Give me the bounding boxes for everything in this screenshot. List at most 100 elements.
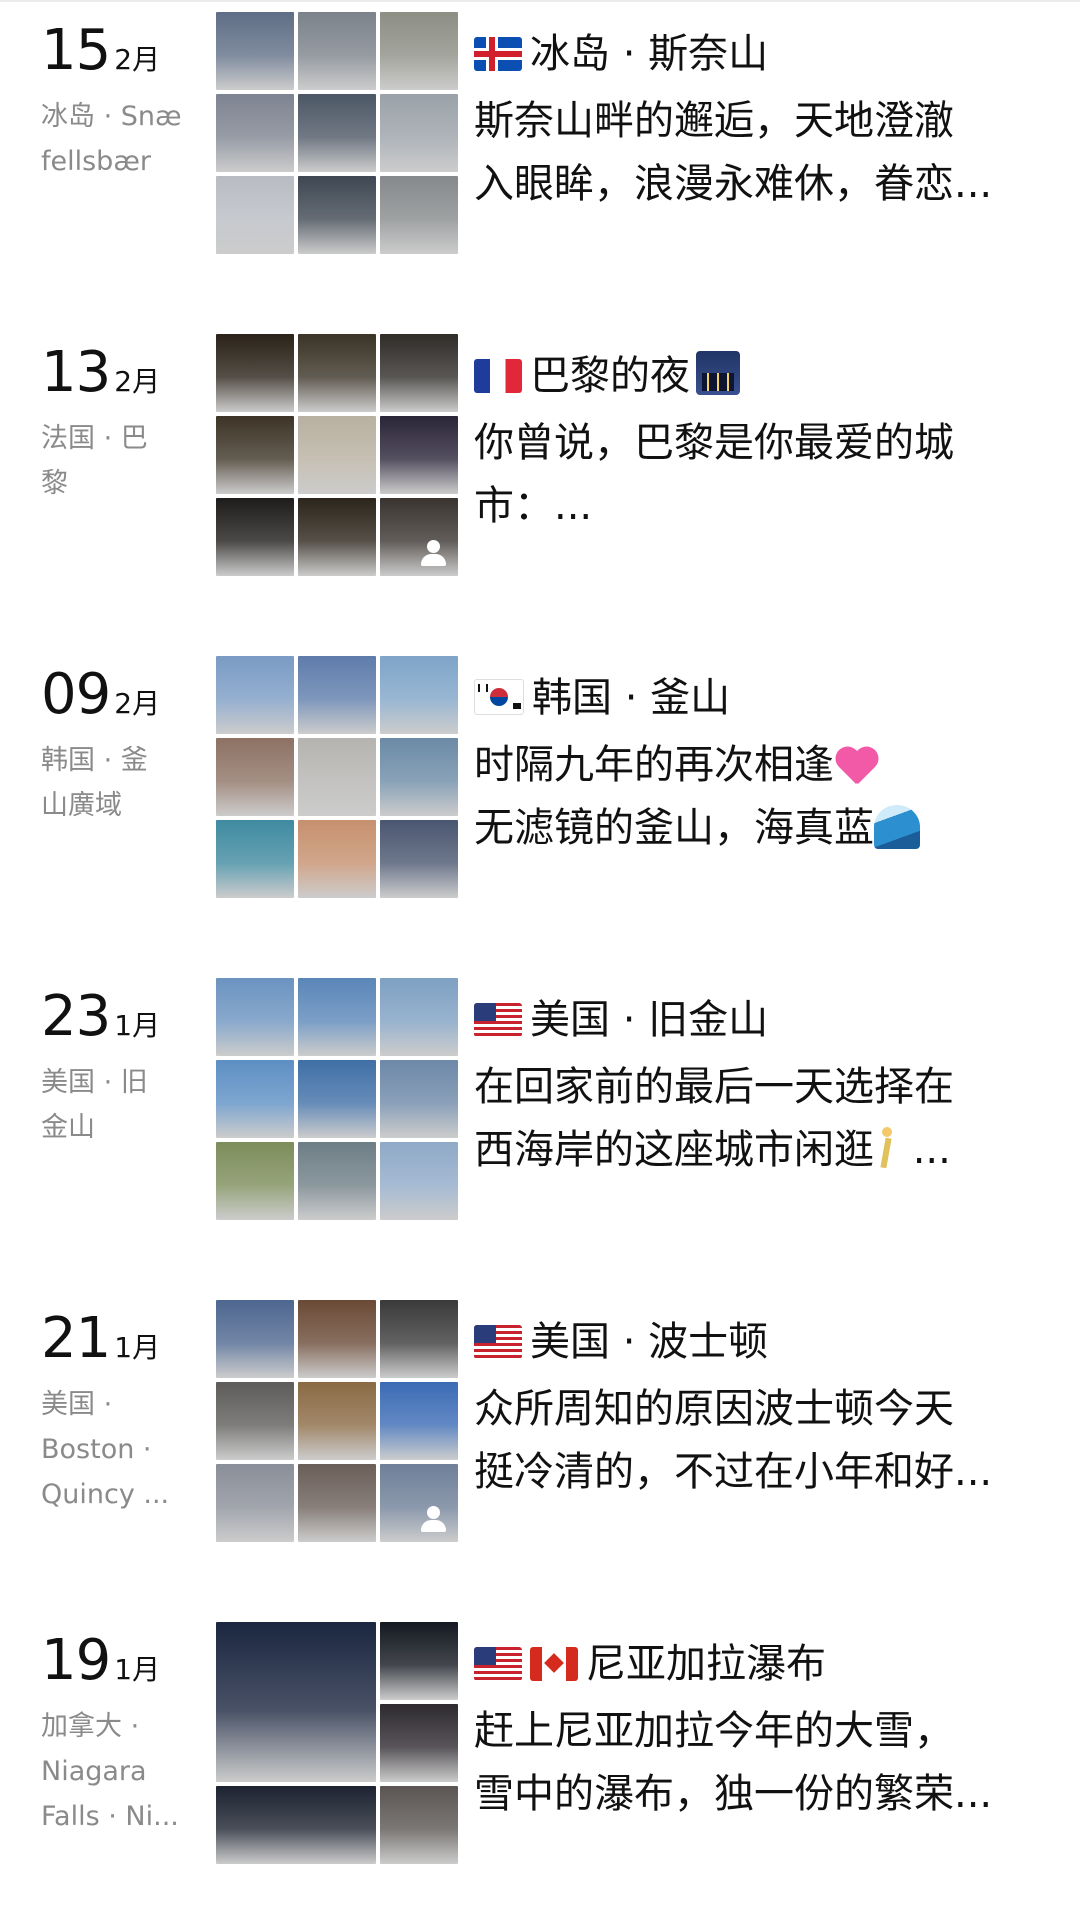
- post-description[interactable]: 赶上尼亚加拉今年的大雪， 雪中的瀑布，独一份的繁荣...: [474, 1700, 1034, 1826]
- photo-thumbnail[interactable]: [380, 12, 458, 90]
- photo-thumbnail[interactable]: [380, 1382, 458, 1460]
- photo-thumbnail[interactable]: [298, 820, 376, 898]
- photo-thumbnail[interactable]: [380, 656, 458, 734]
- post-description[interactable]: 你曾说，巴黎是你最爱的城 市：...: [474, 412, 1034, 538]
- photo-thumbnail[interactable]: [380, 1142, 458, 1220]
- post-item[interactable]: 23 1月 美国 · 旧金山 美国 · 旧金山 在回家前的最后一天选择在 西海岸的这座城市…: [0, 978, 1080, 1228]
- sparkling-heart-emoji-icon: [834, 742, 882, 786]
- photo-thumbnail[interactable]: [216, 978, 294, 1056]
- photo-thumbnail[interactable]: [380, 1622, 458, 1700]
- photo-thumbnail[interactable]: [216, 738, 294, 816]
- location-line: fellsbær: [41, 146, 151, 177]
- photo-thumbnail[interactable]: [298, 738, 376, 816]
- photo-thumbnail[interactable]: [380, 1704, 458, 1782]
- post-item[interactable]: 21 1月 美国 · Boston · Quincy ... 美国 · 波士顿 众所周知的原…: [0, 1300, 1080, 1550]
- photo-grid[interactable]: [216, 1300, 458, 1542]
- location-line: Quincy ...: [41, 1479, 170, 1510]
- photo-thumbnail[interactable]: [216, 820, 294, 898]
- photo-thumbnail[interactable]: [380, 334, 458, 412]
- photo-thumbnail[interactable]: [216, 498, 294, 576]
- photo-thumbnail[interactable]: [298, 498, 376, 576]
- post-item[interactable]: 15 2月 冰岛 · Snæ fellsbær 冰岛 · 斯奈山 斯奈山畔的邂逅，天地澄澈…: [0, 12, 1080, 262]
- post-month: 2月: [114, 687, 161, 720]
- description-ellipsis: ...: [900, 1127, 951, 1173]
- post-title-text: 尼亚加拉瀑布: [586, 1641, 826, 1687]
- description-line: 时隔九年的再次相逢: [474, 734, 1034, 797]
- photo-thumbnail[interactable]: [298, 978, 376, 1056]
- photo-thumbnail[interactable]: [216, 1464, 294, 1542]
- photo-thumbnail[interactable]: [216, 176, 294, 254]
- description-line: 在回家前的最后一天选择在: [474, 1056, 1034, 1119]
- location-line: 金山: [41, 1112, 95, 1143]
- photo-thumbnail[interactable]: [216, 12, 294, 90]
- ca-flag-icon: [530, 1647, 578, 1681]
- post-item[interactable]: 19 1月加拿大 · Niagara Falls · Ni... 尼亚加拉瀑布赶上尼亚加…: [0, 1622, 1080, 1872]
- photo-thumbnail[interactable]: [298, 1142, 376, 1220]
- photo-thumbnail[interactable]: [216, 1300, 294, 1378]
- photo-thumbnail[interactable]: [298, 1060, 376, 1138]
- location-line: 冰岛 · Snæ: [41, 101, 182, 132]
- photo-thumbnail[interactable]: [298, 334, 376, 412]
- description-line: 斯奈山畔的邂逅，天地澄澈: [474, 90, 1034, 153]
- photo-thumbnail[interactable]: [380, 1464, 458, 1542]
- photo-thumbnail[interactable]: [216, 416, 294, 494]
- post-description[interactable]: 时隔九年的再次相逢 无滤镜的釜山，海真蓝: [474, 734, 1034, 860]
- photo-thumbnail[interactable]: [380, 94, 458, 172]
- photo-thumbnail[interactable]: [380, 738, 458, 816]
- location-line: 加拿大 ·: [41, 1711, 140, 1742]
- photo-thumbnail[interactable]: [298, 656, 376, 734]
- post-location: 法国 · 巴黎: [41, 416, 201, 506]
- photo-thumbnail[interactable]: [216, 1382, 294, 1460]
- photo-thumbnail[interactable]: [216, 1142, 294, 1220]
- photo-thumbnail[interactable]: [380, 1786, 458, 1864]
- post-day: 19: [41, 1628, 111, 1693]
- photo-thumbnail[interactable]: [216, 1060, 294, 1138]
- post-date: 21 1月: [41, 1306, 160, 1376]
- description-text: 市：...: [474, 483, 593, 529]
- photo-grid[interactable]: [216, 334, 458, 576]
- photo-thumbnail[interactable]: [380, 416, 458, 494]
- post-date: 09 2月: [41, 662, 160, 732]
- photo-thumbnail[interactable]: [298, 176, 376, 254]
- photo-thumbnail[interactable]: [298, 94, 376, 172]
- photo-thumbnail[interactable]: [216, 1786, 376, 1864]
- photo-grid[interactable]: [216, 12, 458, 254]
- post-day: 15: [41, 18, 111, 83]
- post-location: 加拿大 · Niagara Falls · Ni...: [41, 1704, 201, 1839]
- post-description[interactable]: 在回家前的最后一天选择在 西海岸的这座城市闲逛 ...: [474, 1056, 1034, 1182]
- post-title-text: 韩国 · 釜山: [532, 675, 731, 721]
- photo-grid[interactable]: [216, 1622, 458, 1864]
- photo-grid[interactable]: [216, 978, 458, 1220]
- post-description[interactable]: 斯奈山畔的邂逅，天地澄澈 入眼眸，浪漫永难休，眷恋...: [474, 90, 1034, 216]
- description-line: 无滤镜的釜山，海真蓝: [474, 797, 1034, 860]
- photo-thumbnail[interactable]: [298, 1382, 376, 1460]
- photo-thumbnail[interactable]: [216, 656, 294, 734]
- post-date: 23 1月: [41, 984, 160, 1054]
- description-line: 市：...: [474, 475, 1034, 538]
- photo-grid[interactable]: [216, 656, 458, 898]
- post-location: 美国 · 旧金山: [41, 1060, 201, 1150]
- photo-thumbnail[interactable]: [298, 1300, 376, 1378]
- location-line: 黎: [41, 468, 68, 499]
- photo-thumbnail[interactable]: [380, 820, 458, 898]
- photo-thumbnail[interactable]: [298, 12, 376, 90]
- photo-thumbnail[interactable]: [380, 176, 458, 254]
- photo-thumbnail[interactable]: [380, 498, 458, 576]
- photo-thumbnail[interactable]: [216, 1622, 376, 1782]
- description-line: 雪中的瀑布，独一份的繁荣...: [474, 1763, 1034, 1826]
- post-description[interactable]: 众所周知的原因波士顿今天 挺冷清的，不过在小年和好...: [474, 1378, 1034, 1504]
- photo-thumbnail[interactable]: [380, 1300, 458, 1378]
- description-text: 在回家前的最后一天选择在: [474, 1064, 954, 1110]
- photo-thumbnail[interactable]: [298, 1464, 376, 1542]
- post-month: 1月: [114, 1653, 161, 1686]
- photo-thumbnail[interactable]: [216, 94, 294, 172]
- post-item[interactable]: 13 2月 法国 · 巴黎 巴黎的夜 你曾说，巴黎是你最爱的城 市：...: [0, 334, 1080, 584]
- post-item[interactable]: 09 2月 韩国 · 釜山廣域 韩国 · 釜山 时隔九年的再次相逢 无滤镜的釜山，海真蓝: [0, 656, 1080, 906]
- post-month: 2月: [114, 365, 161, 398]
- photo-thumbnail[interactable]: [216, 334, 294, 412]
- location-line: Falls · Ni...: [41, 1801, 179, 1832]
- photo-thumbnail[interactable]: [380, 1060, 458, 1138]
- moments-feed: 15 2月 冰岛 · Snæ fellsbær 冰岛 · 斯奈山 斯奈山畔的邂逅，天地澄澈…: [0, 0, 1080, 1920]
- photo-thumbnail[interactable]: [298, 416, 376, 494]
- photo-thumbnail[interactable]: [380, 978, 458, 1056]
